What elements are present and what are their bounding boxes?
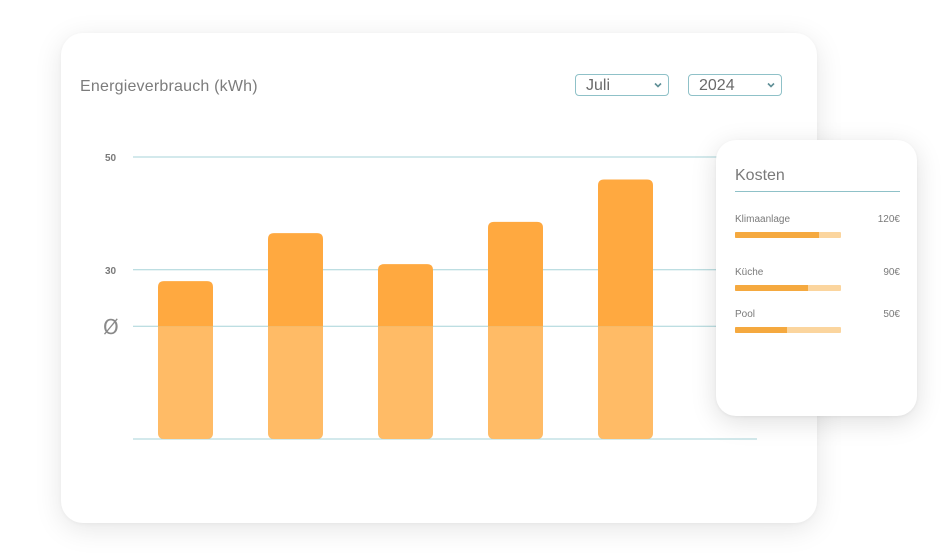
bar-upper bbox=[378, 264, 433, 327]
y-tick-label: 50 bbox=[105, 153, 117, 164]
cost-bar-fill bbox=[735, 285, 809, 291]
cost-bar-track bbox=[735, 232, 841, 238]
bar-lower bbox=[158, 326, 213, 439]
costs-divider bbox=[735, 191, 900, 192]
costs-panel: Kosten Klimaanlage 120€ Küche 90€ Pool 5… bbox=[716, 140, 917, 416]
bar-lower bbox=[268, 326, 323, 439]
bar-chart: 50 30 Ø bbox=[103, 153, 757, 440]
cost-value: 90€ bbox=[883, 267, 900, 278]
cost-value: 120€ bbox=[877, 214, 900, 225]
cost-label: Küche bbox=[735, 267, 764, 278]
cost-label: Pool bbox=[735, 309, 756, 320]
cost-bar-fill bbox=[735, 327, 787, 333]
cost-bar-track bbox=[735, 285, 841, 291]
cost-value: 50€ bbox=[883, 309, 900, 320]
average-label: Ø bbox=[103, 315, 119, 339]
energy-chart-card: Energieverbrauch (kWh) Juli 2024 50 30 Ø bbox=[61, 33, 817, 523]
cost-bar-track bbox=[735, 327, 841, 333]
bar-upper bbox=[598, 179, 653, 327]
bar-lower bbox=[598, 326, 653, 439]
bar-lower bbox=[378, 326, 433, 439]
costs-title: Kosten bbox=[735, 167, 785, 184]
bar-upper bbox=[488, 221, 543, 327]
bar-lower bbox=[488, 326, 543, 439]
y-tick-label: 30 bbox=[105, 266, 117, 277]
bar-upper bbox=[268, 233, 323, 327]
cost-label: Klimaanlage bbox=[735, 214, 791, 225]
bar-upper bbox=[158, 281, 213, 327]
cost-bar-fill bbox=[735, 232, 819, 238]
